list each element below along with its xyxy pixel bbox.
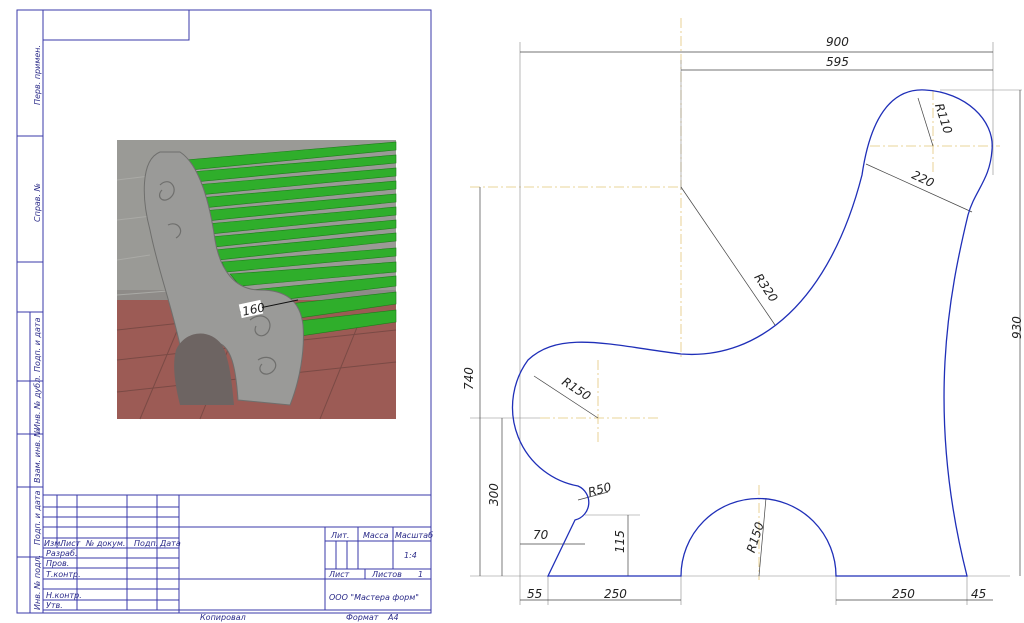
dim-55: 55 <box>527 587 542 601</box>
dim-930: 930 <box>1010 316 1024 339</box>
dim-595: 595 <box>826 55 849 69</box>
dim-900: 900 <box>826 35 849 49</box>
dim-45: 45 <box>971 587 986 601</box>
tb-header-data: Дата <box>159 539 181 548</box>
dim-r320: R320 <box>751 271 780 305</box>
tb-sheets: Листов <box>371 570 402 579</box>
title-block: Изм. Лист № докум. Подп. Дата Разраб. Пр… <box>42 494 433 622</box>
dim-250-left: 250 <box>604 587 627 601</box>
tb-mass: Масса <box>363 531 389 540</box>
tb-format-label: Формат <box>346 613 379 622</box>
dim-r150-bottom: R150 <box>744 520 767 554</box>
tb-format-value: A4 <box>387 613 399 622</box>
dimension-labels: 900 595 R110 220 R320 930 740 R150 300 R… <box>462 35 1024 601</box>
dim-250-right: 250 <box>892 587 915 601</box>
tb-company: ООО "Мастера форм" <box>329 593 419 602</box>
tb-header-dokum: № докум. <box>85 539 125 548</box>
tb-role-razrab: Разраб. <box>46 549 77 558</box>
sidebar-label-inv-podl: Инв. № подл. <box>33 555 42 610</box>
tb-role-prov: Пров. <box>46 559 69 568</box>
drawing-sheet: Перв. примен. Справ. № Подп. и дата Инв.… <box>16 9 1024 622</box>
tb-role-utv: Утв. <box>46 601 63 610</box>
sidebar-label-perv: Перв. примен. <box>33 45 42 105</box>
dim-115: 115 <box>613 530 627 553</box>
tb-lit: Лит. <box>330 531 349 540</box>
sidebar-label-inv-dubl: Инв. № дубл. <box>33 375 42 430</box>
tb-copied: Копировал <box>200 613 246 622</box>
sidebar-label-podp-2: Подп. и дата <box>33 490 42 545</box>
dim-300: 300 <box>487 483 501 506</box>
tb-scale-value: 1:4 <box>404 551 417 560</box>
tb-header-podp: Подп. <box>134 539 158 548</box>
dim-r110: R110 <box>932 102 955 136</box>
tb-sheets-value: 1 <box>418 570 423 579</box>
sidebar-label-vzam: Взам. инв. № <box>33 429 42 483</box>
tb-scale: Масштаб <box>395 531 433 540</box>
tb-role-nkontr: Н.контр. <box>46 591 82 600</box>
tb-header-list: Лист <box>59 539 81 548</box>
sidebar-labels: Перв. примен. Справ. № Подп. и дата Инв.… <box>33 45 42 610</box>
tb-sheet: Лист <box>328 570 350 579</box>
dim-740: 740 <box>462 367 476 390</box>
tb-role-tkontr: Т.контр. <box>46 570 81 579</box>
dim-r50: R50 <box>587 480 614 500</box>
bench-photo: 160 <box>116 140 397 420</box>
dim-r150-left: R150 <box>559 375 593 404</box>
sidebar-label-podp-1: Подп. и дата <box>33 317 42 372</box>
sidebar-label-sprav: Справ. № <box>33 183 42 222</box>
dim-70: 70 <box>533 528 549 542</box>
leg-profile-outline <box>511 89 993 577</box>
